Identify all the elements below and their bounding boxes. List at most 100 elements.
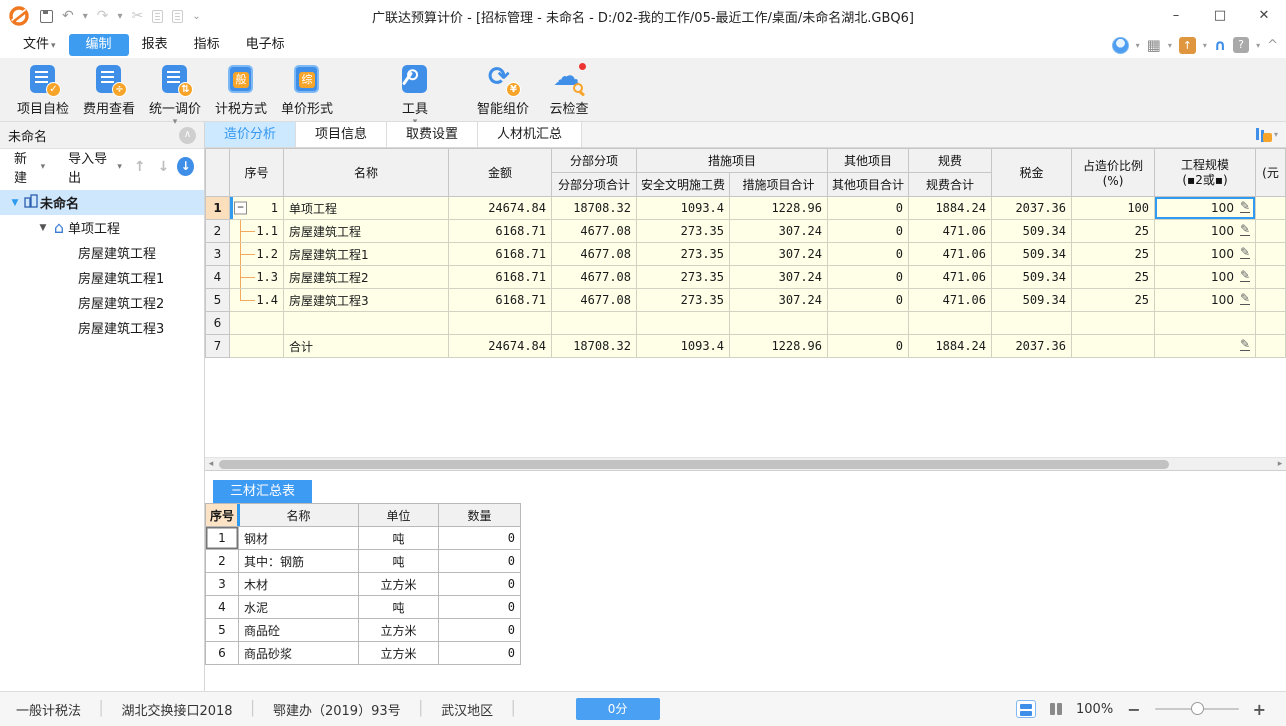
seq-cell[interactable]: −1	[229, 196, 284, 220]
value-cell[interactable]: 18708.32	[551, 334, 637, 358]
value-cell[interactable]: 509.34	[991, 242, 1073, 266]
seq-cell[interactable]: 1.4	[229, 288, 284, 312]
partial-cell[interactable]	[1255, 219, 1286, 243]
row-number-cell[interactable]: 6	[205, 311, 230, 335]
value-cell[interactable]: 24674.84	[448, 334, 552, 358]
paste-icon[interactable]	[172, 9, 184, 23]
value-cell[interactable]: 471.06	[908, 242, 993, 266]
seq-cell[interactable]	[229, 311, 284, 335]
name-cell[interactable]: 房屋建筑工程2	[283, 265, 449, 289]
value-cell[interactable]: 1228.96	[728, 196, 829, 220]
material-unit-cell[interactable]: 立方米	[358, 641, 439, 665]
scroll-right-icon[interactable]: ▸	[1274, 458, 1286, 470]
collapse-panel-icon[interactable]: ∧	[179, 126, 196, 144]
scale-cell[interactable]: ✎	[1154, 334, 1257, 358]
partial-cell[interactable]	[1255, 265, 1286, 289]
value-cell[interactable]: 307.24	[728, 242, 829, 266]
value-cell[interactable]: 0	[827, 334, 910, 358]
value-cell[interactable]: 307.24	[728, 219, 829, 243]
user-avatar[interactable]	[1111, 36, 1129, 54]
value-cell[interactable]: 273.35	[636, 219, 730, 243]
value-cell[interactable]: 6168.71	[448, 242, 552, 266]
value-cell[interactable]: 509.34	[991, 288, 1073, 312]
tree-item[interactable]: 房屋建筑工程2	[0, 290, 204, 315]
expander-icon[interactable]: ▼	[8, 198, 22, 208]
row-number-cell[interactable]: 7	[205, 334, 230, 358]
value-cell[interactable]: 25	[1071, 242, 1156, 266]
value-cell[interactable]: 4677.08	[551, 265, 637, 289]
tab-material-summary[interactable]: 三材汇总表	[213, 480, 313, 503]
customize-toolbar-icon[interactable]: ⌄	[192, 11, 200, 22]
material-seq-cell[interactable]: 5	[205, 618, 239, 642]
new-button[interactable]: 新建 ▾	[10, 148, 49, 186]
value-cell[interactable]	[636, 311, 730, 335]
menu-edit[interactable]: 编制	[68, 34, 129, 56]
value-cell[interactable]: 471.06	[908, 265, 993, 289]
material-qty-cell[interactable]: 0	[438, 641, 521, 665]
value-cell[interactable]	[728, 311, 829, 335]
material-unit-cell[interactable]: 吨	[358, 595, 439, 619]
menu-report[interactable]: 报表	[129, 34, 181, 56]
name-cell[interactable]: 房屋建筑工程3	[283, 288, 449, 312]
unit-price-form-button[interactable]: 综 单价形式	[274, 63, 340, 117]
edit-pencil-icon[interactable]: ✎	[1239, 292, 1251, 305]
value-cell[interactable]: 1093.4	[636, 334, 730, 358]
expand-all-icon[interactable]: ↓	[177, 157, 195, 176]
scale-cell[interactable]: 100 ✎	[1154, 196, 1257, 220]
value-cell[interactable]: 0	[827, 196, 910, 220]
edit-pencil-icon[interactable]: ✎	[1239, 269, 1251, 282]
seq-cell[interactable]: 1.1	[229, 219, 284, 243]
undo-dropdown-icon[interactable]: ▾	[83, 11, 88, 22]
zoom-slider-knob[interactable]	[1190, 702, 1204, 715]
move-down-icon[interactable]: ↓	[154, 159, 174, 175]
value-cell[interactable]: 4677.08	[551, 219, 637, 243]
score-button[interactable]: 0分	[575, 698, 660, 720]
fee-view-button[interactable]: ÷ 费用查看	[76, 63, 142, 117]
scrollbar-thumb[interactable]	[219, 460, 1169, 469]
material-seq-cell[interactable]: 3	[205, 572, 239, 596]
value-cell[interactable]: 273.35	[636, 265, 730, 289]
minimize-button[interactable]: –	[1154, 1, 1198, 31]
horizontal-scrollbar[interactable]: ◂ ▸	[205, 457, 1286, 471]
chevron-down-icon[interactable]: ▾	[1203, 41, 1207, 50]
material-name-cell[interactable]: 水泥	[238, 595, 359, 619]
value-cell[interactable]	[908, 311, 993, 335]
close-button[interactable]: ✕	[1242, 1, 1286, 31]
material-name-cell[interactable]: 商品砼	[238, 618, 359, 642]
material-qty-cell[interactable]: 0	[438, 595, 521, 619]
tab-cost-analysis[interactable]: 造价分析	[205, 122, 297, 147]
seq-cell[interactable]: 1.3	[229, 265, 284, 289]
row-number-cell[interactable]: 1	[205, 196, 230, 220]
tax-method-button[interactable]: 般 计税方式	[208, 63, 274, 117]
value-cell[interactable]	[448, 311, 552, 335]
tab-fee-settings[interactable]: 取费设置	[387, 122, 479, 147]
value-cell[interactable]: 0	[827, 288, 910, 312]
collapse-node-icon[interactable]: −	[234, 201, 247, 215]
chevron-down-icon[interactable]: ▾	[1168, 41, 1172, 50]
seq-cell[interactable]: 1.2	[229, 242, 284, 266]
upload-icon[interactable]: ↑	[1178, 36, 1196, 54]
cut-icon[interactable]: ✂	[132, 8, 144, 24]
horizontal-split-icon[interactable]	[1016, 700, 1037, 718]
scale-cell[interactable]: 100 ✎	[1154, 265, 1257, 289]
material-unit-cell[interactable]: 立方米	[358, 618, 439, 642]
value-cell[interactable]: 273.35	[636, 242, 730, 266]
tree-item[interactable]: 房屋建筑工程	[0, 240, 204, 265]
value-cell[interactable]: 1884.24	[908, 196, 993, 220]
material-seq-cell[interactable]: 2	[205, 549, 239, 573]
tab-labor-material-summary[interactable]: 人材机汇总	[478, 122, 583, 147]
apps-grid-icon[interactable]: ▦	[1147, 37, 1161, 53]
value-cell[interactable]: 25	[1071, 265, 1156, 289]
tree-item[interactable]: 房屋建筑工程3	[0, 315, 204, 340]
value-cell[interactable]: 471.06	[908, 288, 993, 312]
value-cell[interactable]: 1093.4	[636, 196, 730, 220]
material-name-cell[interactable]: 商品砂浆	[238, 641, 359, 665]
copy-icon[interactable]	[152, 9, 164, 23]
self-check-button[interactable]: ✓ 项目自检	[10, 63, 76, 117]
material-name-cell[interactable]: 钢材	[238, 526, 359, 550]
name-cell[interactable]: 单项工程	[283, 196, 449, 220]
value-cell[interactable]: 6168.71	[448, 288, 552, 312]
value-cell[interactable]: 273.35	[636, 288, 730, 312]
edit-pencil-icon[interactable]: ✎	[1239, 338, 1251, 351]
column-settings-button[interactable]: ▾	[1255, 127, 1278, 142]
